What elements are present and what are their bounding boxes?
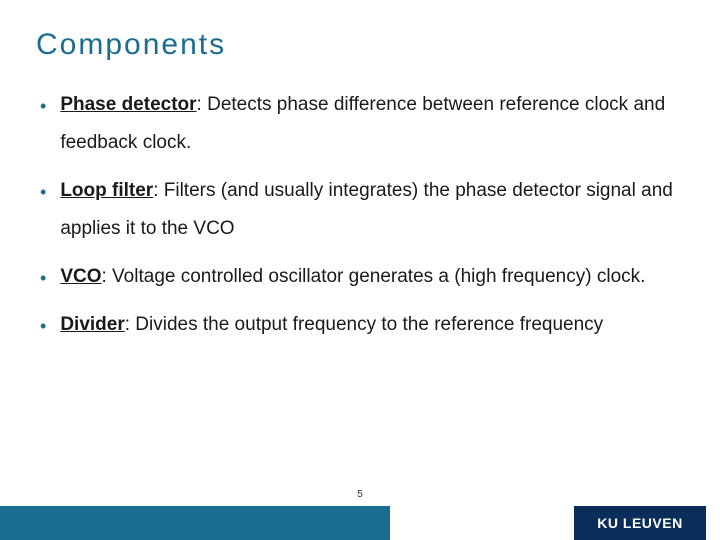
term: Divider	[60, 314, 124, 335]
bullet-text: Divider: Divides the output frequency to…	[60, 306, 603, 344]
desc: : Filters (and usually integrates) the p…	[60, 180, 673, 239]
bullet-icon: •	[40, 308, 46, 344]
footer-bar: KU LEUVEN	[0, 506, 720, 540]
logo-text: KU LEUVEN	[597, 515, 682, 531]
content-area: • Phase detector: Detects phase differen…	[36, 86, 684, 344]
accent-bar	[0, 506, 390, 540]
slide: Components • Phase detector: Detects pha…	[0, 0, 720, 540]
bullet-item: • VCO: Voltage controlled oscillator gen…	[40, 258, 684, 296]
slide-title: Components	[36, 28, 684, 62]
logo-box: KU LEUVEN	[574, 506, 706, 540]
desc: : Divides the output frequency to the re…	[125, 314, 603, 335]
footer-gap	[390, 506, 574, 540]
term: Phase detector	[60, 94, 196, 115]
term: VCO	[60, 266, 101, 287]
bullet-item: • Phase detector: Detects phase differen…	[40, 86, 684, 162]
bullet-text: VCO: Voltage controlled oscillator gener…	[60, 258, 645, 296]
bullet-icon: •	[40, 88, 46, 124]
desc: : Voltage controlled oscillator generate…	[102, 266, 646, 287]
bullet-icon: •	[40, 174, 46, 210]
bullet-item: • Divider: Divides the output frequency …	[40, 306, 684, 344]
bullet-icon: •	[40, 260, 46, 296]
page-number: 5	[0, 489, 720, 500]
bullet-text: Phase detector: Detects phase difference…	[60, 86, 684, 162]
term: Loop filter	[60, 180, 153, 201]
bullet-text: Loop filter: Filters (and usually integr…	[60, 172, 684, 248]
bullet-item: • Loop filter: Filters (and usually inte…	[40, 172, 684, 248]
